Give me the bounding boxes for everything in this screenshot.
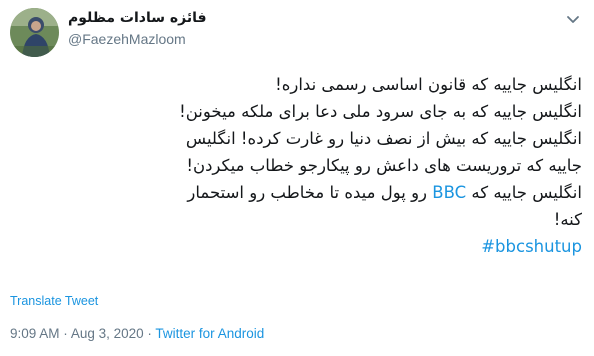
- tweet-date[interactable]: Aug 3, 2020: [71, 326, 144, 341]
- tweet-text-line: کنه!: [553, 210, 582, 229]
- separator-dot: ·: [63, 326, 68, 341]
- avatar-photo-icon: [10, 8, 59, 57]
- chevron-down-icon[interactable]: [565, 12, 581, 26]
- tweet-text-line: انگلیس جاییه که BBC رو پول میده تا مخاطب…: [12, 179, 582, 206]
- tweet-text-line: انگلیس جاییه که بیش از نصف دنیا رو غارت …: [185, 129, 582, 148]
- bbc-mention-link[interactable]: BBC: [432, 183, 466, 202]
- tweet-source-link[interactable]: Twitter for Android: [155, 326, 264, 341]
- separator-dot: ·: [147, 326, 152, 341]
- hashtag-link[interactable]: #bbcshutup: [12, 233, 582, 260]
- tweet-text-line: انگلیس جاییه که قانون اساسی رسمی نداره!: [275, 75, 582, 94]
- author-display-name[interactable]: فائزه سادات مظلوم: [68, 10, 207, 26]
- tweet-time[interactable]: 9:09 AM: [10, 326, 60, 341]
- tweet-metadata: 9:09 AM · Aug 3, 2020 · Twitter for Andr…: [10, 326, 264, 341]
- avatar[interactable]: [10, 8, 59, 57]
- tweet-text-fragment: رو پول میده تا مخاطب رو استحمار: [187, 183, 433, 202]
- tweet-text-line: انگلیس جاییه که به جای سرود ملی دعا برای…: [179, 102, 582, 121]
- translate-tweet-link[interactable]: Translate Tweet: [10, 294, 98, 308]
- tweet-text-line: جاییه که تروریست های داعش رو پیکارجو خطا…: [186, 156, 582, 175]
- tweet-text-fragment: انگلیس جاییه که: [466, 183, 582, 202]
- tweet-header: فائزه سادات مظلوم @FaezehMazloom: [0, 0, 594, 58]
- tweet-text: انگلیس جاییه که قانون اساسی رسمی نداره! …: [12, 71, 582, 260]
- author-handle[interactable]: @FaezehMazloom: [68, 31, 186, 47]
